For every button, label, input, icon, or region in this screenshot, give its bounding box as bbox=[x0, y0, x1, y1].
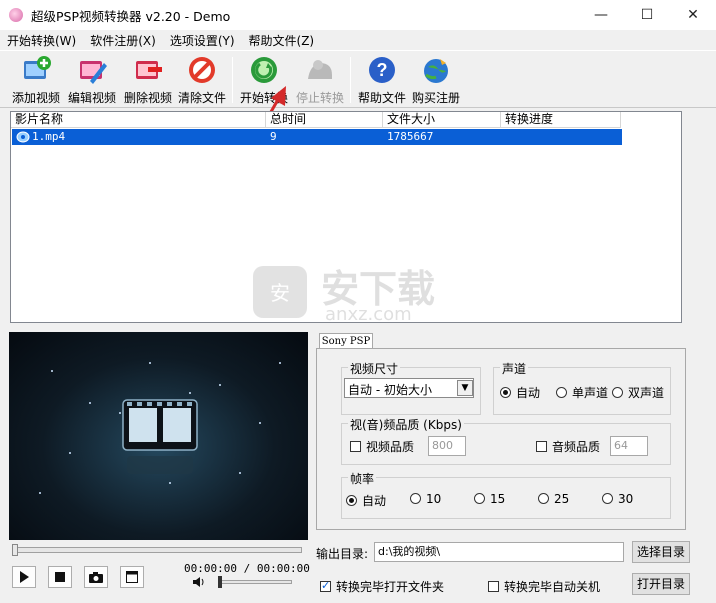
video-quality-checkbox[interactable]: 视频品质 bbox=[350, 438, 414, 455]
volume-slider[interactable] bbox=[220, 580, 292, 584]
video-preview bbox=[9, 332, 308, 540]
fullscreen-button[interactable] bbox=[120, 566, 144, 588]
video-size-label: 视频尺寸 bbox=[348, 360, 401, 377]
file-icon bbox=[16, 131, 30, 148]
help-file-label: 帮助文件 bbox=[357, 91, 406, 105]
delete-video-icon bbox=[131, 55, 165, 85]
audio-channel-group: 声道 自动 单声道 双声道 bbox=[493, 360, 671, 415]
film-strip-icon bbox=[122, 399, 198, 474]
open-after-checkbox[interactable]: 转换完毕打开文件夹 bbox=[320, 578, 444, 595]
column-header-progress[interactable]: 转换进度 bbox=[501, 112, 621, 128]
svg-text:?: ? bbox=[377, 60, 388, 80]
shield-icon: 安 bbox=[253, 266, 307, 318]
toolbar: 添加视频 编辑视频 删除视频 清除文件 开始转换 停止转换 ? 帮助文件 购买注… bbox=[0, 50, 716, 108]
menu-start-convert[interactable]: 开始转换(W) bbox=[0, 32, 83, 49]
clear-files-button[interactable]: 清除文件 bbox=[172, 55, 232, 105]
audio-channel-label: 声道 bbox=[500, 360, 529, 377]
buy-register-button[interactable]: 购买注册 bbox=[406, 55, 466, 105]
seek-bar[interactable] bbox=[14, 547, 302, 553]
delete-video-button[interactable]: 删除视频 bbox=[118, 55, 178, 105]
camera-icon bbox=[89, 571, 103, 583]
settings-panel: 视频尺寸 自动 - 初始大小 ▼ 声道 自动 单声道 双声道 视(音)频品质 (… bbox=[316, 348, 686, 530]
watermark-en: anxz.com bbox=[325, 304, 412, 325]
menu-help[interactable]: 帮助文件(Z) bbox=[242, 32, 322, 49]
seek-thumb[interactable] bbox=[12, 544, 18, 556]
watermark: 安 安下载 anxz.com bbox=[247, 258, 435, 327]
fps-10-radio[interactable]: 10 bbox=[410, 492, 441, 506]
frame-rate-label: 帧率 bbox=[348, 470, 377, 487]
column-header-time[interactable]: 总时间 bbox=[266, 112, 383, 128]
output-dir-label: 输出目录: bbox=[316, 547, 369, 561]
video-size-group: 视频尺寸 自动 - 初始大小 ▼ bbox=[341, 360, 481, 415]
video-quality-input[interactable]: 800 bbox=[428, 436, 466, 456]
open-dir-button[interactable]: 打开目录 bbox=[632, 573, 690, 595]
edit-video-icon bbox=[75, 55, 109, 85]
file-size-cell: 1785667 bbox=[387, 130, 434, 143]
help-file-button[interactable]: ? 帮助文件 bbox=[352, 55, 412, 105]
column-header-size[interactable]: 文件大小 bbox=[383, 112, 501, 128]
globe-icon bbox=[419, 55, 453, 85]
video-size-value: 自动 - 初始大小 bbox=[348, 383, 432, 397]
fps-30-radio[interactable]: 30 bbox=[602, 492, 633, 506]
fps-auto-radio[interactable]: 自动 bbox=[346, 492, 386, 509]
video-size-select[interactable]: 自动 - 初始大小 ▼ bbox=[344, 378, 474, 398]
toolbar-separator bbox=[350, 57, 351, 103]
add-video-label: 添加视频 bbox=[11, 91, 60, 105]
snapshot-button[interactable] bbox=[84, 566, 108, 588]
audio-quality-checkbox[interactable]: 音频品质 bbox=[536, 438, 600, 455]
shutdown-after-checkbox[interactable]: 转换完毕自动关机 bbox=[488, 578, 600, 595]
window-title: 超级PSP视频转换器 v2.20 - Demo bbox=[31, 8, 231, 24]
stop-convert-button[interactable]: 停止转换 bbox=[290, 55, 350, 105]
quality-label: 视(音)频品质 (Kbps) bbox=[348, 416, 464, 433]
clear-icon bbox=[185, 55, 219, 85]
stop-convert-icon bbox=[303, 55, 337, 85]
volume-icon[interactable] bbox=[192, 576, 206, 588]
output-dir-input[interactable]: d:\我的视频\ bbox=[374, 542, 624, 562]
time-display: 00:00:00 / 00:00:00 bbox=[184, 562, 310, 575]
close-button[interactable]: ✕ bbox=[670, 0, 716, 30]
edit-video-label: 编辑视频 bbox=[67, 91, 116, 105]
start-convert-icon bbox=[247, 55, 281, 85]
help-icon: ? bbox=[365, 55, 399, 85]
maximize-button[interactable]: ☐ bbox=[624, 0, 670, 30]
volume-thumb[interactable] bbox=[218, 576, 222, 588]
frame-rate-group: 帧率 自动 10 15 25 30 bbox=[341, 470, 671, 519]
fps-25-radio[interactable]: 25 bbox=[538, 492, 569, 506]
menu-register[interactable]: 软件注册(X) bbox=[83, 32, 163, 49]
file-list[interactable]: 影片名称 总时间 文件大小 转换进度 1.mp4 9 1785667 安 安下载… bbox=[10, 111, 682, 325]
clear-files-label: 清除文件 bbox=[177, 91, 226, 105]
fps-15-radio[interactable]: 15 bbox=[474, 492, 505, 506]
file-time-cell: 9 bbox=[270, 130, 277, 143]
table-row[interactable]: 1.mp4 9 1785667 bbox=[12, 129, 622, 145]
delete-video-label: 删除视频 bbox=[123, 91, 172, 105]
minimize-button[interactable]: — bbox=[578, 0, 624, 30]
add-video-button[interactable]: 添加视频 bbox=[6, 55, 66, 105]
play-button[interactable] bbox=[12, 566, 36, 588]
audio-stereo-radio[interactable]: 双声道 bbox=[612, 384, 664, 401]
svg-text:安: 安 bbox=[270, 281, 290, 305]
chevron-down-icon[interactable]: ▼ bbox=[457, 380, 473, 396]
audio-quality-input[interactable]: 64 bbox=[610, 436, 648, 456]
quality-group: 视(音)频品质 (Kbps) 视频品质 800 音频品质 64 bbox=[341, 416, 671, 465]
stop-button[interactable] bbox=[48, 566, 72, 588]
choose-dir-button[interactable]: 选择目录 bbox=[632, 541, 690, 563]
file-name-cell: 1.mp4 bbox=[32, 130, 66, 143]
menu-options[interactable]: 选项设置(Y) bbox=[163, 32, 242, 49]
stop-convert-label: 停止转换 bbox=[295, 91, 344, 105]
buy-register-label: 购买注册 bbox=[411, 91, 460, 105]
menu-bar: 开始转换(W) 软件注册(X) 选项设置(Y) 帮助文件(Z) bbox=[0, 30, 716, 50]
column-header-name[interactable]: 影片名称 bbox=[11, 112, 266, 128]
audio-mono-radio[interactable]: 单声道 bbox=[556, 384, 608, 401]
audio-auto-radio[interactable]: 自动 bbox=[500, 384, 540, 401]
app-icon bbox=[9, 8, 23, 22]
stop-icon bbox=[55, 572, 65, 582]
play-icon bbox=[20, 571, 29, 583]
add-video-icon bbox=[19, 55, 53, 85]
edit-video-button[interactable]: 编辑视频 bbox=[62, 55, 122, 105]
window-icon bbox=[126, 571, 138, 583]
